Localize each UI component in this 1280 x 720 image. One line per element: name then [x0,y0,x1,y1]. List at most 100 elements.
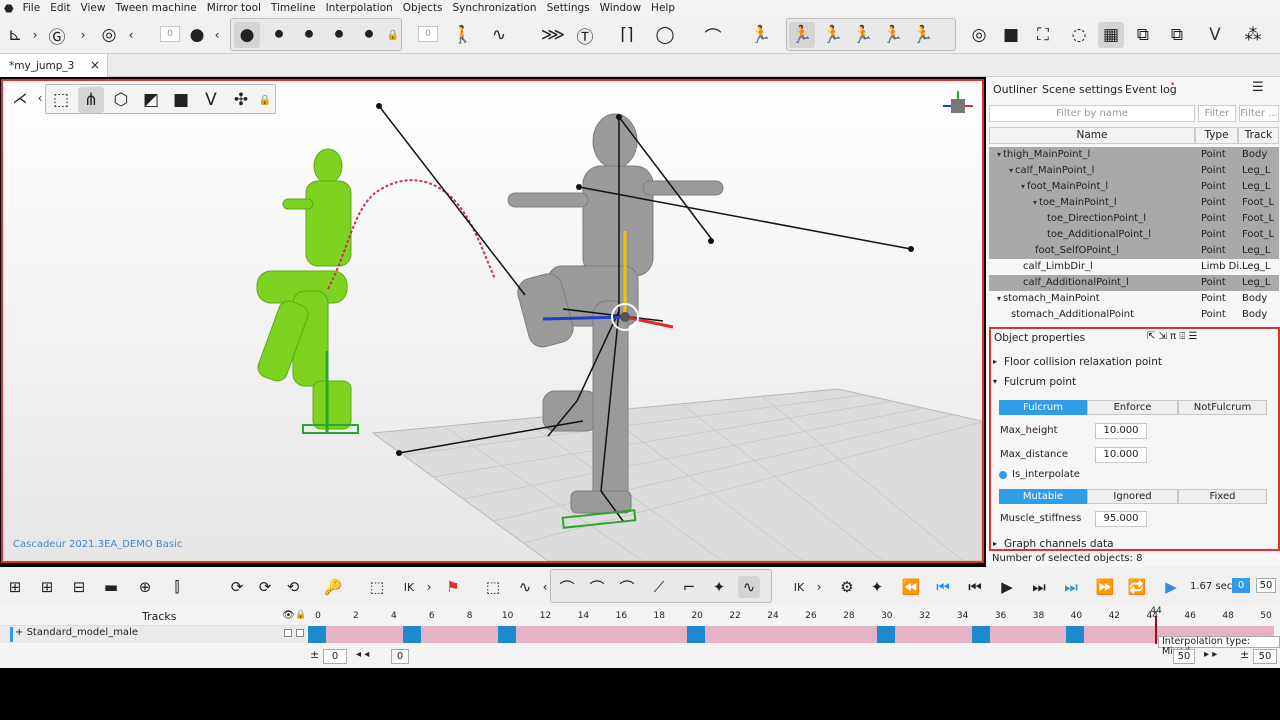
arc-interp-3-icon[interactable]: ⌒ [616,576,638,598]
keyframe-block[interactable] [687,626,706,643]
max-height-field[interactable]: 10.000 [1095,423,1147,439]
filter-name-input[interactable]: Filter by name [989,105,1195,122]
range-end2-field[interactable]: 50 [1253,649,1277,664]
chevron-left-icon[interactable]: ‹ [27,85,53,111]
running-figure-alt2-icon[interactable]: 🏃 [850,22,876,48]
column-name-header[interactable]: Name [989,127,1195,144]
chevron-right-icon[interactable]: › [70,22,96,48]
next-frame-icon[interactable]: ⏭ [1028,576,1050,598]
keyframe-block[interactable] [971,626,990,643]
prev-key-icon[interactable]: ⏮ [932,576,954,598]
track-visible-checkbox[interactable] [284,629,292,637]
physics-tool-icon[interactable]: ⚙ [836,576,858,598]
outliner-row[interactable]: ▾ calf_MainPoint_l Point Leg_L [989,163,1279,179]
chevron-left-icon[interactable]: ‹ [204,22,230,48]
global-mode-icon[interactable]: Ⓖ [44,22,70,48]
point-size-5-icon[interactable]: ⚫ [356,22,382,48]
remove-interval-icon[interactable]: ⊟ [68,576,90,598]
curve-tool-icon[interactable]: ∿ [486,22,512,48]
menu-file[interactable]: File [18,2,46,14]
frame-ruler[interactable]: 0 2 4 6 8 10 12 14 16 18 20 22 24 26 28 30 32 34 36 38 40 42 4… [308,606,1280,626]
tab-outliner[interactable]: Outliner [993,83,1037,96]
add-track-icon[interactable]: ⊞ [4,576,26,598]
outliner-row[interactable]: calf_AdditionalPoint_l Point Leg_L [989,275,1279,291]
paste-window-icon[interactable]: ⧉ [1164,22,1190,48]
cube-corner-icon[interactable]: ◩ [138,87,164,113]
menu-objects[interactable]: Objects [398,2,448,14]
running-figure-icon[interactable]: 🏃 [748,22,774,48]
menu-mirror-tool[interactable]: Mirror tool [202,2,266,14]
chevron-left-icon[interactable]: ‹ [118,22,144,48]
outliner-row[interactable]: ▾ stomach_MainPoint Point Body [989,291,1279,307]
lock-icon[interactable]: 🔒 [252,87,278,113]
keyframe-strip[interactable] [308,626,1274,643]
joint-select-icon[interactable]: ⋔ [78,87,104,113]
wave-icon[interactable]: ∿ [514,576,536,598]
menu-timeline[interactable]: Timeline [266,2,321,14]
keyframe-block[interactable] [402,626,421,643]
ignored-option[interactable]: Ignored [1087,489,1178,504]
mixed-interp-icon[interactable]: ∿ [738,576,760,598]
text-tool-icon[interactable]: Ⓣ [572,22,598,48]
filter-type-input[interactable]: Filter ... [1198,105,1236,134]
nodes-icon[interactable]: ✣ [228,87,254,113]
step-interp-icon[interactable]: ⌐ [678,576,700,598]
section-floor-collision[interactable]: ▸ Floor collision relaxation point [991,353,1279,371]
outliner-row[interactable]: foot_SelfOPoint_l Point Leg_L [989,243,1279,259]
arc-interp-icon[interactable]: ⌒ [556,576,578,598]
step-forward-icon[interactable]: ▸ ▸ [1204,649,1217,660]
interval-block-icon[interactable]: ▬ [100,576,122,598]
fit-frame-icon[interactable]: ⬚ [482,576,504,598]
tab-scene-settings[interactable]: Scene settings [1042,83,1123,96]
tree-arrow-icon[interactable]: ▾ [1021,182,1025,191]
rewind-icon[interactable]: ⏪ [900,576,922,598]
playhead[interactable] [1155,616,1157,644]
interpolate-indicator[interactable] [999,471,1007,479]
tree-arrow-icon[interactable]: ▾ [1033,198,1037,207]
track-row[interactable]: + Standard_model_male [0,626,306,643]
refresh-alt2-icon[interactable]: ⟲ [282,576,304,598]
properties-tool-icons[interactable]: ⇱ ⇲ π ⌹ ☰ [1147,331,1197,342]
running-figure-alt3-icon[interactable]: 🏃 [880,22,906,48]
ik-icon[interactable]: IK [398,576,420,598]
keyframe-block[interactable] [1066,626,1085,643]
section-graph-channels[interactable]: ▸ Graph channels data [991,535,1279,553]
refresh-icon[interactable]: ⟳ [226,576,248,598]
loop-icon[interactable]: 🔁 [1126,576,1148,598]
pin-icon[interactable]: ✦ [708,576,730,598]
running-figure-alt-icon[interactable]: 🏃 [820,22,846,48]
keyframe-block[interactable] [308,626,326,643]
column-track-header[interactable]: Track [1238,127,1279,144]
spin-box-left[interactable]: 0 [160,26,180,42]
lock-icon[interactable]: 🔒 [380,22,406,48]
logo-v-icon[interactable]: V [1202,22,1228,48]
grid-icon[interactable]: ▦ [1098,22,1124,48]
arc-tool-icon[interactable]: ⌒ [700,22,726,48]
chevron-right-icon[interactable]: › [808,576,830,598]
menu-synchronization[interactable]: Synchronization [447,2,541,14]
tree-arrow-icon[interactable]: ▾ [997,294,1001,303]
fixed-option[interactable]: Fixed [1178,489,1267,504]
focus-frame-icon[interactable]: ⛶ [1030,22,1056,48]
keyframe-block[interactable] [497,626,516,643]
range-current-field[interactable]: 0 [391,649,409,664]
fulcrum-option[interactable]: Fulcrum [999,400,1087,415]
add-key-icon[interactable]: ⊕ [134,576,156,598]
ik-alt-icon[interactable]: IK [788,576,810,598]
menu-icon[interactable]: ☰ [1252,80,1264,95]
split-icon[interactable]: ⫿ [166,576,188,598]
v-logo-icon[interactable]: V [198,87,224,113]
frame-select-icon[interactable]: ⬚ [366,576,388,598]
track-lock-checkbox[interactable] [296,629,304,637]
outliner-row[interactable]: calf_LimbDir_l Limb Di... Leg_L [989,259,1279,275]
outliner-row[interactable]: stomach_AdditionalPoint Point Body [989,307,1279,323]
zoom-plus-minus-icon[interactable]: ± [310,648,319,661]
frame-start-field[interactable]: 0 [1232,578,1250,593]
outliner-row[interactable]: ▾ thigh_MainPoint_l Point Body [989,147,1279,163]
spiral-icon[interactable]: ◌ [1066,22,1092,48]
outliner-row[interactable]: toe_DirectionPoint_l Point Foot_L [989,211,1279,227]
range-start-field[interactable]: 0 [323,649,347,664]
scene-render[interactable] [3,81,982,561]
target-icon[interactable]: ◎ [966,22,992,48]
max-distance-field[interactable]: 10.000 [1095,447,1147,463]
